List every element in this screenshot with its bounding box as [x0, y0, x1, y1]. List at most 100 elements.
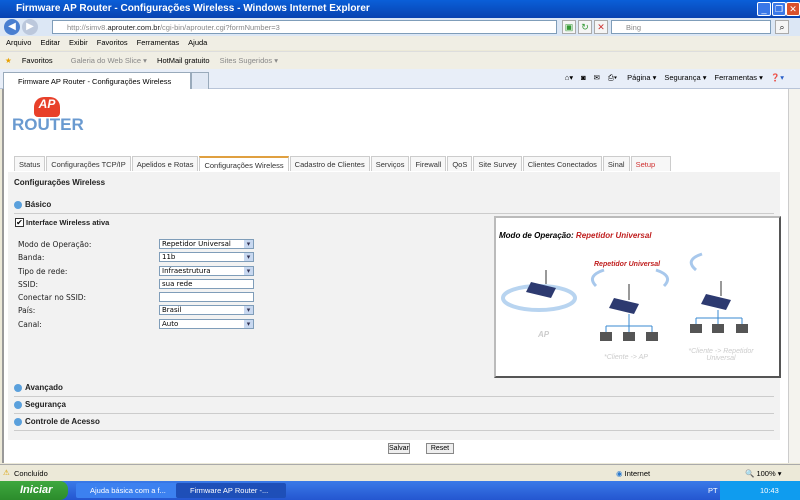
tab-setup[interactable]: Setup: [630, 156, 671, 171]
print-icon[interactable]: ⎙▾: [608, 73, 617, 82]
window-title-bar: Firmware AP Router - Configurações Wirel…: [0, 0, 800, 18]
menu-arquivo[interactable]: Arquivo: [6, 38, 31, 47]
tab-tcpip[interactable]: Configurações TCP/IP: [46, 156, 131, 171]
back-button[interactable]: ◀: [4, 19, 20, 35]
section-basico[interactable]: Básico: [14, 200, 774, 214]
favorites-button[interactable]: ★ Favoritos: [5, 56, 61, 65]
menu-favoritos[interactable]: Favoritos: [97, 38, 128, 47]
network-type-select[interactable]: Infraestrutura: [159, 266, 254, 276]
feeds-icon[interactable]: ◙: [581, 73, 586, 82]
tools-menu[interactable]: Ferramentas ▾: [715, 73, 763, 82]
stop-icon[interactable]: ✕: [594, 20, 608, 34]
vertical-scrollbar[interactable]: [788, 89, 800, 463]
page-menu[interactable]: Página ▾: [627, 73, 656, 82]
menu-bar: Arquivo Editar Exibir Favoritos Ferramentas A…: [0, 36, 800, 50]
client-router-icon: [701, 294, 731, 310]
tab-sinal[interactable]: Sinal: [602, 156, 630, 171]
save-button[interactable]: Salvar: [388, 443, 410, 454]
reset-button[interactable]: Reset: [426, 443, 454, 454]
close-button[interactable]: ✕: [786, 2, 800, 16]
search-icon[interactable]: ⌕: [775, 20, 789, 34]
fav-hotmail[interactable]: HotMail gratuito: [157, 56, 210, 65]
refresh-icon[interactable]: ↻: [578, 20, 592, 34]
client-repeater-label: *Cliente -> Repetidor Universal: [688, 348, 754, 362]
zoom-control[interactable]: 🔍 100% ▾: [745, 469, 781, 478]
url-path: /cgi-bin/aprouter.cgi?formNumber=3: [159, 23, 280, 32]
channel-select[interactable]: Auto: [159, 319, 254, 329]
tab-title: Firmware AP Router - Configurações Wirel…: [18, 77, 172, 86]
start-button[interactable]: Iniciar: [0, 481, 68, 500]
client-pc-icon: [600, 332, 612, 341]
status-text: Concluído: [14, 469, 48, 478]
menu-ferramentas[interactable]: Ferramentas: [137, 38, 180, 47]
section-avancado[interactable]: Avançado: [14, 383, 774, 397]
tab-cadastro[interactable]: Cadastro de Clientes: [289, 156, 370, 171]
security-menu[interactable]: Segurança ▾: [664, 73, 706, 82]
search-placeholder: Bing: [626, 23, 642, 32]
band-select[interactable]: 11b: [159, 252, 254, 262]
wireless-active-checkbox[interactable]: ✔: [15, 218, 24, 227]
address-bar[interactable]: http://simv8.aprouter.com.br/cgi-bin/apr…: [52, 20, 557, 34]
tab-qos[interactable]: QoS: [447, 156, 473, 171]
restore-button[interactable]: ❐: [772, 2, 786, 16]
repeater-router-icon: [609, 298, 639, 314]
zone-text: Internet: [624, 469, 651, 478]
url-domain: aprouter.com.br: [107, 23, 160, 32]
tab-site-survey[interactable]: Site Survey: [473, 156, 522, 171]
mode-select[interactable]: Repetidor Universal: [159, 239, 254, 249]
client-pc-icon: [736, 324, 748, 333]
wireless-active-label: Interface Wireless ativa: [26, 218, 110, 227]
address-row: ◀ ▶ http://simv8.aprouter.com.br/cgi-bin…: [0, 18, 800, 36]
connect-ssid-label: Conectar no SSID:: [18, 293, 87, 302]
taskbar-item-firmware[interactable]: Firmware AP Router -...: [176, 483, 286, 498]
mail-icon[interactable]: ✉: [594, 73, 600, 82]
section-seguranca[interactable]: Segurança: [14, 400, 774, 414]
fav-web-slice[interactable]: Galeria do Web Slice ▾: [71, 56, 147, 65]
client-pc-icon: [646, 332, 658, 341]
section-controle-label: Controle de Acesso: [25, 417, 100, 426]
search-input[interactable]: Bing: [611, 20, 771, 34]
ssid-input[interactable]: sua rede: [159, 279, 254, 289]
logo-mark: AP: [34, 97, 60, 117]
window-title: Firmware AP Router - Configurações Wirel…: [16, 3, 370, 14]
network-type-label: Tipo de rede:: [18, 267, 68, 276]
client-pc-icon: [712, 324, 724, 333]
tab-apelidos[interactable]: Apelidos e Rotas: [131, 156, 199, 171]
status-bar: ⚠ Concluído ◉ Internet 🔍 100% ▾: [0, 464, 800, 481]
star-icon: ★: [5, 56, 12, 65]
ssid-label: SSID:: [18, 280, 39, 289]
client-signal-icon: [689, 252, 703, 272]
browser-tab[interactable]: Firmware AP Router - Configurações Wirel…: [3, 72, 191, 89]
command-bar: ⌂▾ ◙ ✉ ⎙▾ Página ▾ Segurança ▾ Ferramentas ▾ ❓…: [557, 73, 784, 83]
language-indicator[interactable]: PT: [708, 486, 718, 495]
tab-firewall[interactable]: Firewall: [410, 156, 447, 171]
globe-icon: ◉: [616, 469, 623, 478]
compat-view-icon[interactable]: ▣: [562, 20, 576, 34]
band-label: Banda:: [18, 253, 45, 262]
forward-button[interactable]: ▶: [22, 19, 38, 35]
tab-clientes[interactable]: Clientes Conectados: [522, 156, 602, 171]
minimize-button[interactable]: _: [757, 2, 771, 16]
tab-servicos[interactable]: Serviços: [370, 156, 410, 171]
warning-icon: ⚠: [3, 468, 10, 477]
client-ap-label: *Cliente -> AP: [604, 354, 648, 361]
taskbar-item-ajuda[interactable]: Ajuda básica com a f...: [76, 483, 186, 498]
home-icon[interactable]: ⌂▾: [565, 73, 573, 82]
fav-sites-sugeridos[interactable]: Sites Sugeridos ▾: [220, 56, 278, 65]
router-tabs: Status Configurações TCP/IP Apelidos e R…: [14, 156, 672, 171]
tab-wireless[interactable]: Configurações Wireless: [199, 156, 289, 171]
menu-editar[interactable]: Editar: [40, 38, 60, 47]
country-select[interactable]: Brasil: [159, 305, 254, 315]
zoom-level: 100%: [756, 469, 776, 478]
new-tab-button[interactable]: [191, 72, 209, 89]
menu-exibir[interactable]: Exibir: [69, 38, 88, 47]
section-basico-label: Básico: [25, 200, 52, 209]
section-controle-acesso[interactable]: Controle de Acesso: [14, 417, 774, 431]
connect-ssid-input[interactable]: [159, 292, 254, 302]
menu-ajuda[interactable]: Ajuda: [188, 38, 207, 47]
section-avancado-label: Avançado: [25, 383, 63, 392]
client-pc-icon: [623, 332, 635, 341]
tab-status[interactable]: Status: [14, 156, 46, 171]
help-icon[interactable]: ❓▾: [771, 73, 784, 82]
zone-label: ◉ Internet: [616, 469, 650, 478]
